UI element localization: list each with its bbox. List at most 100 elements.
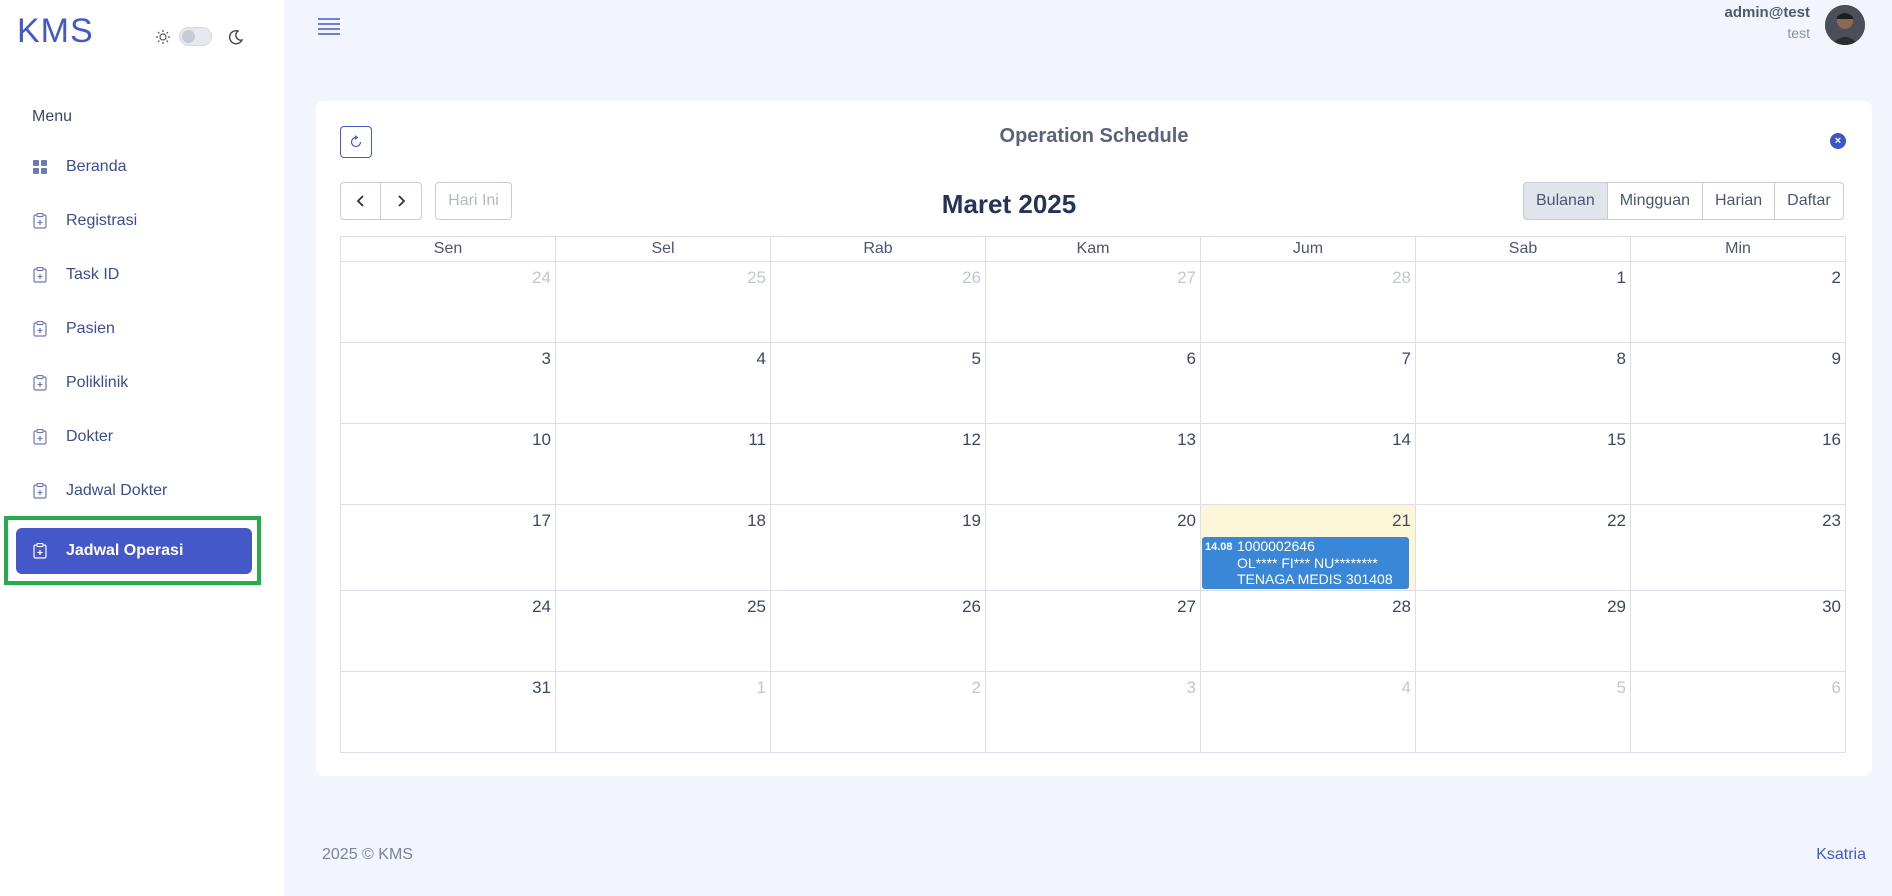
day-number[interactable]: 7 [1402, 349, 1411, 369]
day-number[interactable]: 4 [1402, 678, 1411, 698]
day-number[interactable]: 1 [757, 678, 766, 698]
calendar-day-cell[interactable]: 9 [1630, 343, 1845, 423]
day-number[interactable]: 15 [1607, 430, 1626, 450]
day-number[interactable]: 2 [1832, 268, 1841, 288]
day-number[interactable]: 21 [1392, 511, 1411, 531]
calendar-day-cell[interactable]: 23 [1630, 505, 1845, 590]
day-number[interactable]: 3 [542, 349, 551, 369]
calendar-day-cell[interactable]: 31 [341, 672, 555, 752]
calendar-day-cell[interactable]: 3 [341, 343, 555, 423]
day-number[interactable]: 10 [532, 430, 551, 450]
day-number[interactable]: 8 [1617, 349, 1626, 369]
calendar-day-cell[interactable]: 26 [770, 591, 985, 671]
hamburger-menu-icon[interactable] [318, 17, 340, 40]
calendar-day-cell[interactable]: 18 [555, 505, 770, 590]
calendar-event[interactable]: 14.08 1000002646 OL**** FI*** NU******** TE… [1202, 537, 1409, 589]
day-number[interactable]: 22 [1607, 511, 1626, 531]
calendar-day-cell[interactable]: 30 [1630, 591, 1845, 671]
calendar-day-cell[interactable]: 24 [341, 591, 555, 671]
calendar-day-cell[interactable]: 1 [555, 672, 770, 752]
calendar-day-cell[interactable]: 19 [770, 505, 985, 590]
day-number[interactable]: 16 [1822, 430, 1841, 450]
calendar-day-cell[interactable]: 21 14.08 1000002646 OL**** FI*** NU********… [1200, 505, 1415, 590]
day-number[interactable]: 28 [1392, 597, 1411, 617]
calendar-day-cell[interactable]: 17 [341, 505, 555, 590]
calendar-day-cell[interactable]: 8 [1415, 343, 1630, 423]
footer-credit-link[interactable]: Ksatria [1816, 846, 1866, 864]
calendar-day-cell[interactable]: 14 [1200, 424, 1415, 504]
day-number[interactable]: 30 [1822, 597, 1841, 617]
view-list-button[interactable]: Daftar [1775, 182, 1844, 220]
sidebar-item-poliklinik[interactable]: Poliklinik [16, 360, 252, 406]
day-number[interactable]: 6 [1832, 678, 1841, 698]
day-number[interactable]: 25 [747, 597, 766, 617]
day-number[interactable]: 28 [1392, 268, 1411, 288]
calendar-day-cell[interactable]: 16 [1630, 424, 1845, 504]
calendar-day-cell[interactable]: 13 [985, 424, 1200, 504]
day-number[interactable]: 11 [748, 430, 766, 450]
calendar-day-cell[interactable]: 3 [985, 672, 1200, 752]
calendar-day-cell[interactable]: 2 [770, 672, 985, 752]
day-number[interactable]: 27 [1177, 268, 1196, 288]
sidebar-item-jadwal-dokter[interactable]: Jadwal Dokter [16, 468, 252, 514]
calendar-day-cell[interactable]: 4 [555, 343, 770, 423]
close-icon[interactable]: × [1830, 133, 1846, 149]
calendar-day-cell[interactable]: 5 [770, 343, 985, 423]
day-number[interactable]: 14 [1392, 430, 1411, 450]
day-number[interactable]: 5 [972, 349, 981, 369]
sidebar-item-task-id[interactable]: Task ID [16, 252, 252, 298]
calendar-day-cell[interactable]: 28 [1200, 262, 1415, 342]
calendar-day-cell[interactable]: 7 [1200, 343, 1415, 423]
day-number[interactable]: 17 [532, 511, 551, 531]
theme-toggle[interactable] [179, 27, 212, 46]
sidebar-item-beranda[interactable]: Beranda [16, 144, 252, 190]
day-number[interactable]: 2 [972, 678, 981, 698]
calendar-day-cell[interactable]: 25 [555, 262, 770, 342]
day-number[interactable]: 13 [1177, 430, 1196, 450]
calendar-day-cell[interactable]: 22 [1415, 505, 1630, 590]
day-number[interactable]: 24 [532, 268, 551, 288]
calendar-day-cell[interactable]: 25 [555, 591, 770, 671]
calendar-day-cell[interactable]: 1 [1415, 262, 1630, 342]
day-number[interactable]: 24 [532, 597, 551, 617]
calendar-day-cell[interactable]: 26 [770, 262, 985, 342]
day-number[interactable]: 23 [1822, 511, 1841, 531]
day-number[interactable]: 9 [1832, 349, 1841, 369]
day-number[interactable]: 26 [962, 597, 981, 617]
calendar-day-cell[interactable]: 10 [341, 424, 555, 504]
calendar-day-cell[interactable]: 24 [341, 262, 555, 342]
calendar-day-cell[interactable]: 4 [1200, 672, 1415, 752]
calendar-day-cell[interactable]: 15 [1415, 424, 1630, 504]
day-number[interactable]: 26 [962, 268, 981, 288]
calendar-day-cell[interactable]: 12 [770, 424, 985, 504]
calendar-day-cell[interactable]: 11 [555, 424, 770, 504]
day-number[interactable]: 20 [1177, 511, 1196, 531]
calendar-day-cell[interactable]: 28 [1200, 591, 1415, 671]
day-number[interactable]: 27 [1177, 597, 1196, 617]
calendar-day-cell[interactable]: 27 [985, 262, 1200, 342]
sidebar-item-pasien[interactable]: Pasien [16, 306, 252, 352]
calendar-day-cell[interactable]: 29 [1415, 591, 1630, 671]
day-number[interactable]: 6 [1187, 349, 1196, 369]
calendar-day-cell[interactable]: 27 [985, 591, 1200, 671]
view-month-button[interactable]: Bulanan [1523, 182, 1608, 220]
day-number[interactable]: 25 [747, 268, 766, 288]
day-number[interactable]: 31 [532, 678, 551, 698]
calendar-day-cell[interactable]: 5 [1415, 672, 1630, 752]
view-week-button[interactable]: Mingguan [1607, 182, 1703, 220]
day-number[interactable]: 19 [962, 511, 981, 531]
avatar[interactable] [1825, 5, 1865, 45]
day-number[interactable]: 3 [1187, 678, 1196, 698]
calendar-day-cell[interactable]: 20 [985, 505, 1200, 590]
app-logo[interactable]: KMS [17, 12, 94, 51]
view-day-button[interactable]: Harian [1703, 182, 1776, 220]
day-number[interactable]: 1 [1617, 268, 1626, 288]
sidebar-item-registrasi[interactable]: Registrasi [16, 198, 252, 244]
calendar-day-cell[interactable]: 6 [985, 343, 1200, 423]
day-number[interactable]: 5 [1617, 678, 1626, 698]
day-number[interactable]: 4 [757, 349, 766, 369]
day-number[interactable]: 18 [747, 511, 766, 531]
day-number[interactable]: 29 [1607, 597, 1626, 617]
day-number[interactable]: 12 [962, 430, 981, 450]
calendar-day-cell[interactable]: 2 [1630, 262, 1845, 342]
